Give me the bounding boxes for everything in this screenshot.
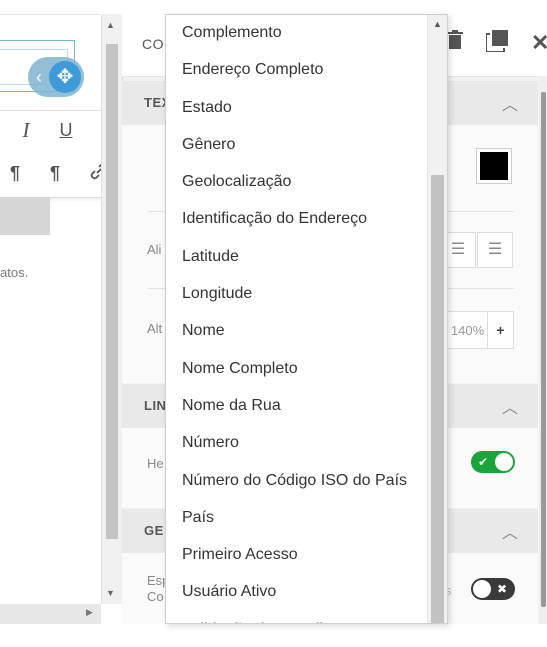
dropdown-option[interactable]: Complemento — [166, 18, 428, 55]
check-icon: ✔ — [478, 455, 489, 469]
dropdown-option[interactable]: Longitude — [166, 279, 428, 316]
dropdown-option[interactable]: Nome Completo — [166, 354, 428, 391]
he-label: He — [147, 456, 164, 471]
duplicate-icon[interactable] — [485, 30, 508, 58]
chevron-up-icon: ︿ — [501, 97, 518, 114]
paragraph-text: atos. — [0, 265, 29, 280]
dropdown-option[interactable]: Nome — [166, 316, 428, 353]
dropdown-option[interactable]: Latitude — [166, 242, 428, 279]
dropdown-option[interactable]: Nome da Rua — [166, 391, 428, 428]
section-general-label: GE — [144, 523, 164, 538]
co-label: Co — [147, 589, 164, 604]
dropdown-scroll-thumb[interactable] — [431, 175, 444, 623]
arrow-left-icon: ‹ — [36, 67, 42, 87]
section-lines-label: LIN — [144, 398, 167, 413]
close-icon[interactable]: ✕ — [531, 30, 547, 56]
line-height-input[interactable]: 140% — [446, 311, 488, 349]
toggle-knob — [495, 453, 513, 471]
scroll-right-icon[interactable]: ▶ — [86, 607, 93, 618]
dropdown-option[interactable]: Número do Código ISO do País — [166, 466, 428, 503]
dropdown-option[interactable]: Estado — [166, 93, 428, 130]
dropdown-option[interactable]: Validação de E-mail — [166, 615, 428, 623]
dropdown-option[interactable]: Geolocalização — [166, 167, 428, 204]
panel-title: CO — [142, 36, 164, 52]
dropdown-scrollbar[interactable]: ▲ — [427, 15, 447, 623]
toggle-switch-on[interactable]: ✔ — [471, 451, 515, 473]
scroll-up-icon[interactable]: ▲ — [433, 19, 442, 29]
panel-scrollbar[interactable] — [539, 76, 547, 624]
dropdown-option[interactable]: Usuário Ativo — [166, 577, 428, 614]
scroll-up-icon[interactable]: ▲ — [106, 20, 115, 30]
dropdown-option[interactable]: Endereço Completo — [166, 55, 428, 92]
chevron-up-icon: ︿ — [501, 400, 518, 417]
paragraph-ltr-icon[interactable]: ¶ — [2, 160, 28, 186]
align-label: Ali — [147, 242, 162, 257]
dropdown-option[interactable]: Número — [166, 428, 428, 465]
toggle-knob — [473, 580, 491, 598]
line-height-label: Alt — [147, 321, 163, 336]
move-handle[interactable]: ‹ ✥ — [28, 57, 84, 97]
color-swatch-fill — [480, 152, 508, 180]
scroll-down-icon[interactable]: ▼ — [106, 588, 115, 598]
paragraph-rtl-icon[interactable]: ¶ — [42, 160, 68, 186]
toggle-switch-off[interactable]: ✖ — [471, 578, 515, 600]
italic-icon[interactable]: I — [13, 117, 39, 143]
dropdown-option[interactable]: Primeiro Acesso — [166, 540, 428, 577]
move-arrows-icon: ✥ — [49, 61, 81, 93]
scroll-thumb[interactable] — [106, 44, 118, 539]
dropdown-option[interactable]: País — [166, 503, 428, 540]
editor-canvas — [0, 14, 100, 625]
dropdown-options: Complemento Endereço Completo Estado Gênero… — [166, 18, 428, 623]
line-height-plus-button[interactable]: + — [487, 311, 514, 349]
panel-scroll-thumb[interactable] — [541, 92, 546, 607]
trash-icon[interactable] — [447, 30, 463, 56]
x-icon: ✖ — [496, 582, 507, 596]
dropdown-option[interactable]: Gênero — [166, 130, 428, 167]
text-color-picker[interactable] — [476, 148, 512, 184]
image-placeholder — [0, 197, 50, 235]
canvas-vertical-scrollbar[interactable]: ▲ ▼ — [101, 14, 122, 604]
underline-icon[interactable]: U — [53, 117, 79, 143]
align-right-button[interactable]: ☰ — [477, 232, 513, 268]
canvas-horizontal-scrollbar[interactable]: ▶ — [0, 604, 101, 624]
dropdown-option[interactable]: Identificação do Endereço — [166, 204, 428, 241]
chevron-up-icon: ︿ — [501, 525, 518, 542]
field-dropdown-list[interactable]: Complemento Endereço Completo Estado Gênero… — [165, 14, 448, 624]
